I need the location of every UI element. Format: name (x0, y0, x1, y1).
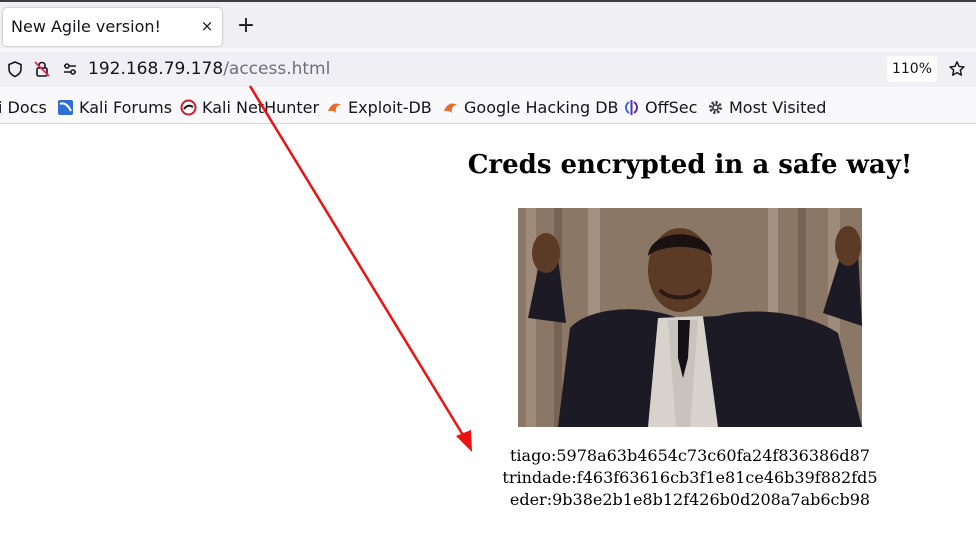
offsec-icon (625, 99, 638, 115)
exploit-db-icon (328, 102, 341, 113)
zoom-level[interactable]: 110% (887, 56, 937, 82)
bookmark-google-hacking-db[interactable]: Google Hacking DB (442, 97, 619, 117)
tab-strip: New Agile version! × + (0, 0, 976, 48)
page-heading: Creds encrypted in a safe way! (467, 150, 913, 180)
bookmark-kali-docs[interactable]: i Docs (0, 97, 47, 117)
tab-active[interactable]: New Agile version! × (3, 8, 222, 46)
bookmark-label: Exploit-DB (348, 97, 432, 117)
navigation-bar: 192.168.79.178/access.html 110% (0, 48, 976, 91)
bookmark-label: OffSec (645, 97, 698, 117)
bookmark-label: Kali Forums (79, 97, 173, 117)
bookmark-kali-forums[interactable]: Kali Forums (57, 97, 172, 117)
credentials-list: tiago:5978a63b4654c73c60fa24f836386d87 t… (440, 445, 940, 511)
url-path: /access.html (223, 59, 331, 79)
url-bar[interactable]: 192.168.79.178/access.html 110% (0, 52, 976, 87)
shield-icon[interactable] (6, 60, 24, 78)
bookmark-label: Kali NetHunter (202, 97, 320, 117)
tab-title: New Agile version! (11, 17, 161, 36)
kali-forums-icon (58, 99, 73, 115)
bookmark-kali-nethunter[interactable]: Kali NetHunter (180, 97, 319, 117)
credential-line: trindade:f463f63616cb3f1e81ce46b39f882fd… (502, 468, 878, 487)
bookmark-label: i Docs (0, 97, 47, 117)
bookmark-offsec[interactable]: OffSec (623, 97, 697, 117)
url-host: 192.168.79.178 (88, 59, 224, 79)
bookmark-label: Most Visited (729, 97, 827, 117)
gear-icon (709, 100, 722, 114)
nethunter-icon (180, 99, 197, 115)
ghdb-icon (444, 102, 457, 113)
bookmark-label: Google Hacking DB (464, 97, 619, 117)
tab-close-icon[interactable]: × (196, 15, 218, 37)
bookmarks-toolbar: i Docs Kali Forums Kali NetHunter Exploi… (0, 91, 976, 124)
credential-line: tiago:5978a63b4654c73c60fa24f836386d87 (510, 446, 870, 465)
site-permissions-icon[interactable] (61, 60, 79, 78)
url-text[interactable]: 192.168.79.178/access.html (88, 59, 330, 79)
credential-line: eder:9b38e2b1e8b12f426b0d208a7ab6cb98 (509, 490, 871, 509)
page-content: Creds encrypted in a safe way! tiago:597… (0, 124, 976, 545)
bookmark-exploit-db[interactable]: Exploit-DB (326, 97, 432, 117)
bookmark-star-icon[interactable] (948, 60, 966, 78)
bookmark-most-visited[interactable]: Most Visited (707, 97, 826, 117)
new-tab-button[interactable]: + (234, 14, 258, 38)
meme-photo (518, 208, 862, 427)
insecure-lock-icon[interactable] (33, 60, 51, 78)
